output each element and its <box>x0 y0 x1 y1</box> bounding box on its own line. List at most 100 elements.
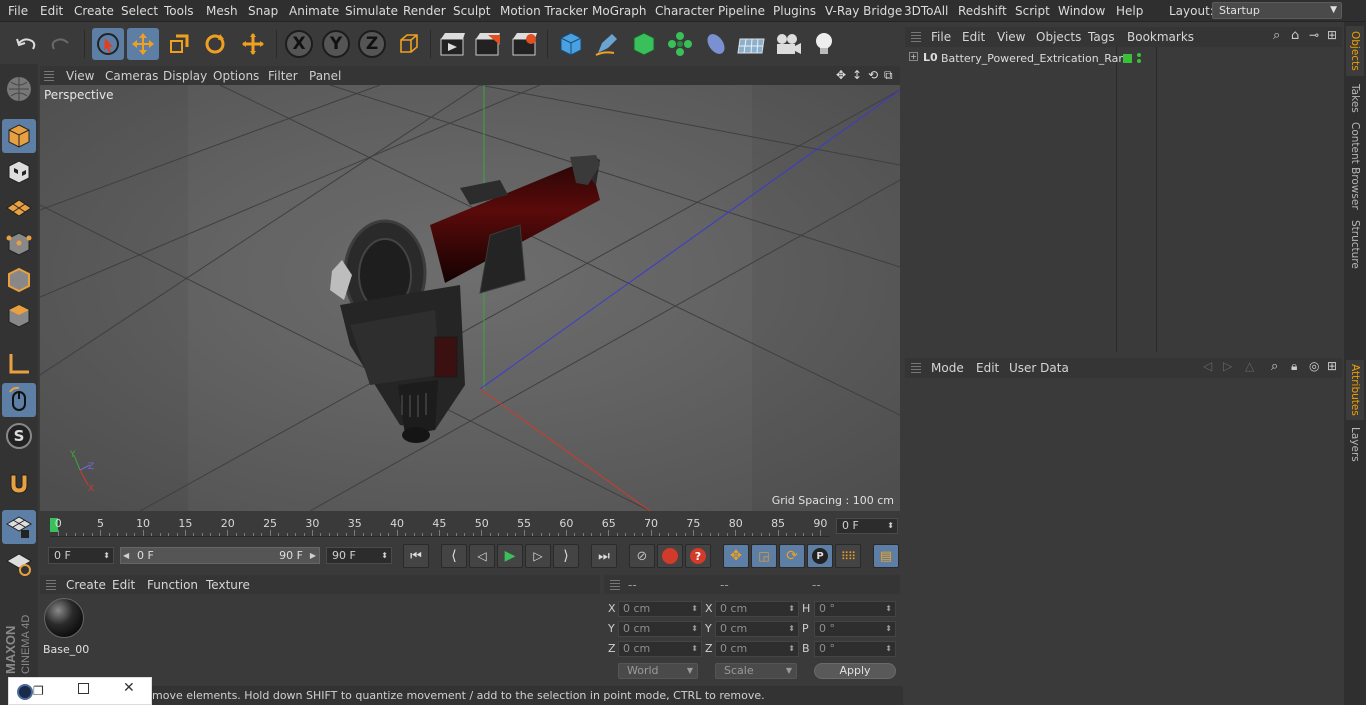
solo-button[interactable]: S <box>2 419 36 453</box>
grip-icon[interactable] <box>46 579 56 590</box>
record-parameter-button[interactable]: P <box>807 544 833 568</box>
tab-content-browser[interactable]: Content Browser <box>1346 120 1364 212</box>
menu-mograph[interactable]: MoGraph <box>592 4 647 18</box>
tab-structure[interactable]: Structure <box>1346 214 1364 274</box>
viewport-move-icon[interactable]: ✥ <box>836 68 846 82</box>
floor-button[interactable] <box>735 28 767 60</box>
axis-mode-button[interactable] <box>2 347 36 381</box>
objects-menu-file[interactable]: File <box>931 30 951 44</box>
snap-button[interactable] <box>2 466 36 500</box>
viewport-menu-cameras[interactable]: Cameras <box>105 69 158 83</box>
record-position-button[interactable]: ⊘ <box>629 544 655 568</box>
menu-vray-bridge[interactable]: V-Ray Bridge <box>825 4 902 18</box>
layout-dropdown[interactable]: Startup ▼ <box>1212 2 1342 19</box>
coordinate-system-button[interactable] <box>393 28 425 60</box>
keyframe-selection-button[interactable]: ? <box>685 544 711 568</box>
viewport-zoom-icon[interactable]: ↕ <box>852 68 862 82</box>
render-to-picture-viewer-button[interactable] <box>472 28 504 60</box>
y-axis-button[interactable]: Y <box>320 28 352 60</box>
workplane-mode-button[interactable] <box>2 191 36 225</box>
spinner-icon[interactable]: ⬍ <box>887 519 894 533</box>
attributes-menu-edit[interactable]: Edit <box>976 361 999 375</box>
lock-icon[interactable]: 🔒︎ <box>1291 359 1297 374</box>
spinner-icon[interactable]: ⬍ <box>381 548 388 563</box>
menu-motion-tracker[interactable]: Motion Tracker <box>500 4 588 18</box>
expand-icon[interactable]: + <box>909 52 918 61</box>
objects-menu-tags[interactable]: Tags <box>1088 30 1115 44</box>
spinner-icon[interactable]: ⬍ <box>788 622 795 636</box>
menu-character[interactable]: Character <box>655 4 714 18</box>
objects-menu-edit[interactable]: Edit <box>962 30 985 44</box>
search-icon[interactable]: ⌕ <box>1273 28 1280 43</box>
play-button[interactable]: ▶ <box>497 544 523 568</box>
objects-menu-view[interactable]: View <box>997 30 1025 44</box>
menu-select[interactable]: Select <box>121 4 158 18</box>
menu-file[interactable]: File <box>8 4 28 18</box>
viewport-menu-view[interactable]: View <box>66 69 94 83</box>
size-z-field[interactable]: 0 cm ⬍ <box>715 641 799 657</box>
menu-pipeline[interactable]: Pipeline <box>718 4 765 18</box>
home-icon[interactable]: ⌂ <box>1291 28 1299 43</box>
menu-plugins[interactable]: Plugins <box>773 4 816 18</box>
spinner-icon[interactable]: ⬍ <box>103 548 110 563</box>
timeline-ruler[interactable]: 0 5 10 15 20 25 30 35 40 45 50 55 60 65 70 75 80 85 90 <box>50 515 830 537</box>
spinner-icon[interactable]: ⬍ <box>885 602 892 616</box>
menu-edit[interactable]: Edit <box>40 4 63 18</box>
rot-b-field[interactable]: 0 ° ⬍ <box>814 641 896 657</box>
next-frame-button[interactable]: ▷ <box>525 544 551 568</box>
start-frame-field[interactable]: 0 F ⬍ <box>48 547 114 564</box>
next-keyframe-button[interactable]: ⟩ <box>553 544 579 568</box>
grip-icon[interactable] <box>44 70 54 81</box>
current-frame-field[interactable]: 0 F ⬍ <box>836 518 898 534</box>
go-to-start-button[interactable]: ⏮ <box>403 544 429 568</box>
tab-objects[interactable]: Objects <box>1346 26 1364 76</box>
scale-button[interactable] <box>163 28 195 60</box>
rot-p-field[interactable]: 0 ° ⬍ <box>814 621 896 637</box>
camera-button[interactable] <box>772 28 804 60</box>
subdivision-surface-button[interactable] <box>628 28 660 60</box>
move-button[interactable] <box>127 28 159 60</box>
model-mode-button[interactable] <box>2 119 36 153</box>
target-icon[interactable]: ◎ <box>1309 359 1319 373</box>
spinner-icon[interactable]: ⬍ <box>788 642 795 656</box>
go-to-end-button[interactable]: ⏭ <box>591 544 617 568</box>
apply-button[interactable]: Apply <box>814 663 896 679</box>
render-visibility-dot[interactable] <box>1137 59 1141 63</box>
grip-icon[interactable] <box>911 362 921 373</box>
grip-icon[interactable] <box>911 31 921 42</box>
size-x-field[interactable]: 0 cm ⬍ <box>715 601 799 617</box>
record-move-button[interactable]: ✥ <box>723 544 749 568</box>
objects-menu-objects[interactable]: Objects <box>1036 30 1081 44</box>
menu-mesh[interactable]: Mesh <box>206 4 238 18</box>
material-menu-create[interactable]: Create <box>66 578 106 592</box>
previous-keyframe-button[interactable]: ⟨ <box>441 544 467 568</box>
material-menu-edit[interactable]: Edit <box>112 578 135 592</box>
coordinate-mode-dropdown[interactable]: World ▼ <box>618 663 698 679</box>
rotate-button[interactable] <box>199 28 231 60</box>
texture-mode-button[interactable] <box>2 155 36 189</box>
tab-takes[interactable]: Takes <box>1346 78 1364 118</box>
spinner-icon[interactable]: ⬍ <box>691 642 698 656</box>
deformer-button[interactable] <box>700 28 732 60</box>
forward-arrow-icon[interactable]: ▷ <box>1223 359 1232 373</box>
material-menu-function[interactable]: Function <box>147 578 198 592</box>
render-settings-button[interactable] <box>509 28 541 60</box>
autokey-button[interactable] <box>657 544 683 568</box>
end-frame-field[interactable]: 90 F ⬍ <box>326 547 392 564</box>
viewport-rotate-icon[interactable]: ⟲ <box>868 68 878 82</box>
pos-x-field[interactable]: 0 cm ⬍ <box>618 601 702 617</box>
menu-script[interactable]: Script <box>1015 4 1050 18</box>
viewport-menu-panel[interactable]: Panel <box>309 69 341 83</box>
menu-redshift[interactable]: Redshift <box>958 4 1007 18</box>
spinner-icon[interactable]: ⬍ <box>885 642 892 656</box>
material-swatch[interactable]: Base_00 <box>42 598 89 656</box>
previous-frame-button[interactable]: ◁ <box>469 544 495 568</box>
edges-mode-button[interactable] <box>2 263 36 297</box>
pos-y-field[interactable]: 0 cm ⬍ <box>618 621 702 637</box>
menu-sculpt[interactable]: Sculpt <box>453 4 490 18</box>
material-menu-texture[interactable]: Texture <box>206 578 250 592</box>
tab-attributes[interactable]: Attributes <box>1346 360 1364 420</box>
undo-button[interactable] <box>10 28 42 60</box>
size-mode-dropdown[interactable]: Scale ▼ <box>715 663 797 679</box>
object-name[interactable]: Battery_Powered_Extrication_Ram <box>941 52 1129 65</box>
